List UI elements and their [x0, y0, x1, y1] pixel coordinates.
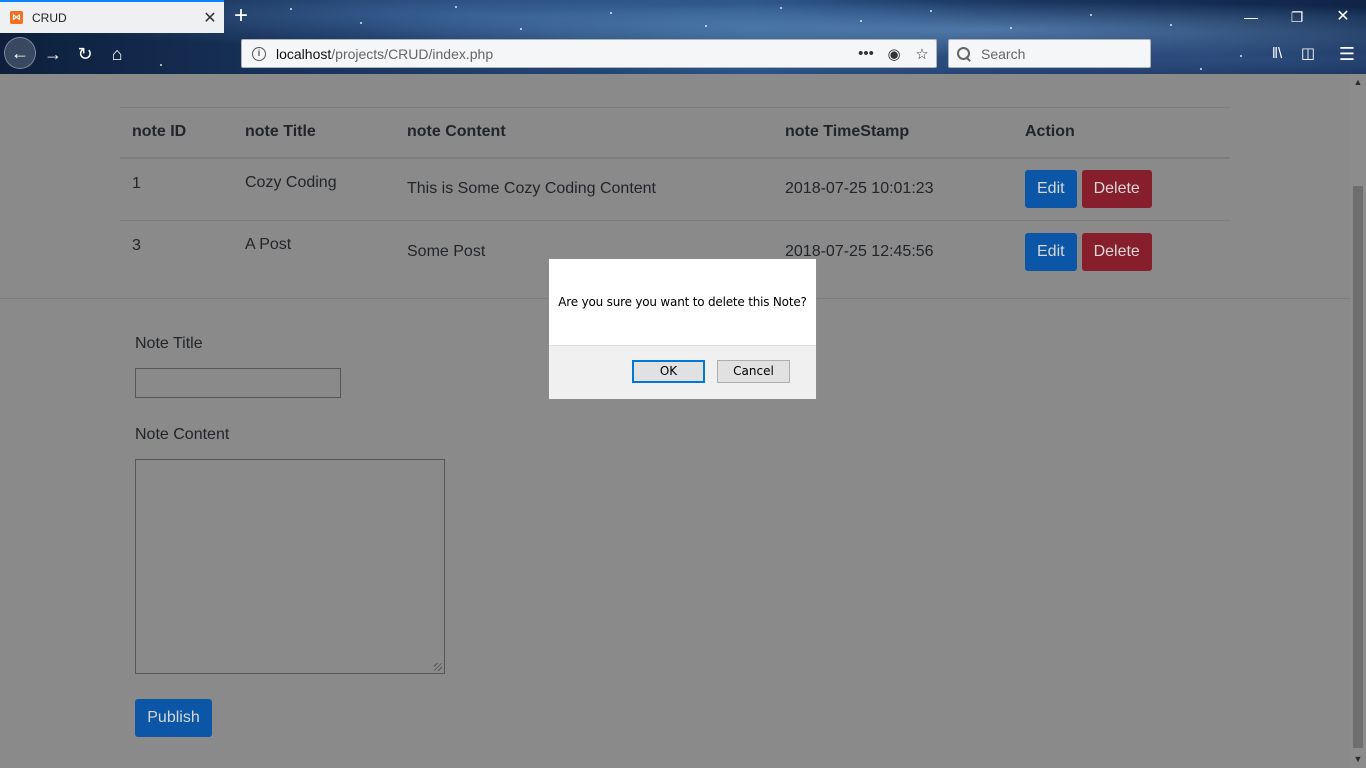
hamburger-menu-icon[interactable]: ☰ — [1332, 39, 1362, 69]
cell-note-id: 3 — [132, 237, 141, 254]
confirm-dialog: Are you sure you want to delete this Not… — [548, 258, 817, 400]
header-note-timestamp: note TimeStamp — [773, 107, 1013, 159]
forward-button[interactable]: → — [38, 39, 68, 69]
cell-actions: Edit Delete — [1013, 157, 1230, 221]
header-note-content: note Content — [395, 107, 773, 159]
publish-button[interactable]: Publish — [135, 699, 212, 737]
address-bar[interactable]: i localhost/projects/CRUD/index.php ••• … — [241, 39, 937, 68]
scroll-thumb[interactable] — [1353, 186, 1363, 748]
search-icon — [957, 46, 971, 61]
header-note-id: note ID — [120, 107, 233, 159]
note-content-label: Note Content — [135, 426, 230, 443]
page-scrollbar[interactable]: ▲ ▼ — [1350, 74, 1366, 768]
sidebar-icon[interactable]: ◫ — [1293, 39, 1323, 69]
page-content: note ID note Title note Content note Tim… — [0, 74, 1350, 768]
search-bar[interactable] — [948, 39, 1151, 68]
note-title-label: Note Title — [135, 335, 203, 352]
tab-title: CRUD — [32, 10, 67, 25]
scroll-down-arrow-icon[interactable]: ▼ — [1350, 751, 1366, 768]
info-icon[interactable]: i — [252, 46, 266, 61]
dialog-message: Are you sure you want to delete this Not… — [558, 295, 807, 309]
minimize-icon[interactable]: — — [1228, 5, 1274, 29]
reload-button[interactable]: ↻ — [70, 39, 100, 69]
header-action: Action — [1013, 107, 1230, 159]
cell-note-title: A Post — [245, 236, 292, 253]
window-close-icon[interactable]: ✕ — [1320, 5, 1366, 29]
url-actions: ••• ◉ ☆ — [852, 45, 936, 63]
xampp-icon: ⋈ — [10, 11, 23, 24]
restore-icon[interactable]: ❐ — [1274, 5, 1320, 29]
cancel-button[interactable]: Cancel — [717, 360, 790, 383]
scroll-up-arrow-icon[interactable]: ▲ — [1350, 74, 1366, 91]
cell-actions: Edit Delete — [1013, 221, 1230, 284]
url-host: localhost — [276, 45, 332, 62]
note-title-input[interactable] — [135, 368, 341, 398]
tab-close-icon[interactable]: ✕ — [196, 8, 224, 28]
search-input[interactable] — [981, 45, 1131, 62]
home-button[interactable]: ⌂ — [102, 39, 132, 69]
url-path: /projects/CRUD/index.php — [331, 45, 494, 62]
new-tab-button[interactable]: + — [228, 4, 254, 30]
ok-button[interactable]: OK — [632, 360, 705, 383]
back-button[interactable]: ← — [4, 37, 36, 69]
cell-note-content: This is Some Cozy Coding Content — [395, 157, 773, 221]
dialog-footer: OK Cancel — [549, 345, 816, 399]
browser-chrome: ⋈ CRUD ✕ + — ❐ ✕ ← → ↻ ⌂ i localhost/pro… — [0, 0, 1366, 74]
edit-button[interactable]: Edit — [1025, 170, 1077, 209]
table-row: 1 Cozy Coding This is Some Cozy Coding C… — [120, 157, 1230, 221]
bookmark-star-icon[interactable]: ☆ — [908, 45, 936, 63]
cell-note-id: 1 — [120, 157, 233, 221]
edit-button[interactable]: Edit — [1025, 233, 1077, 272]
page-actions-icon[interactable]: ••• — [852, 45, 880, 62]
table-header-row: note ID note Title note Content note Tim… — [120, 107, 1230, 159]
delete-button[interactable]: Delete — [1081, 233, 1152, 272]
url-text[interactable]: localhost/projects/CRUD/index.php — [276, 46, 852, 62]
cell-note-timestamp: 2018-07-25 10:01:23 — [773, 157, 1013, 221]
library-icon[interactable]: ‖\ — [1262, 39, 1292, 69]
note-content-textarea[interactable] — [135, 459, 445, 674]
header-note-title: note Title — [233, 107, 395, 159]
resize-grip-icon[interactable] — [434, 663, 442, 671]
pocket-icon[interactable]: ◉ — [880, 45, 908, 63]
browser-tab-active[interactable]: ⋈ CRUD ✕ — [0, 0, 224, 33]
delete-button[interactable]: Delete — [1081, 170, 1152, 209]
cell-note-title: Cozy Coding — [233, 157, 395, 221]
